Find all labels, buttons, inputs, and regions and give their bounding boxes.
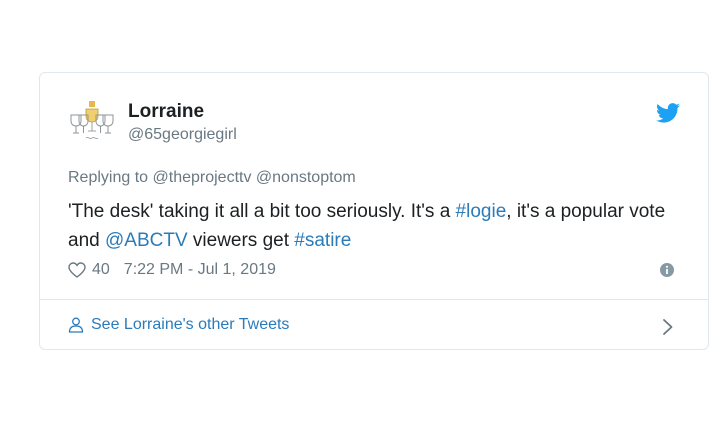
- info-icon[interactable]: [660, 263, 674, 277]
- author-handle[interactable]: @65georgiegirl: [128, 124, 237, 146]
- like-count[interactable]: 40: [92, 261, 110, 279]
- twitter-bird-icon[interactable]: [656, 103, 680, 123]
- chevron-right-icon[interactable]: [662, 318, 674, 336]
- divider: [40, 299, 708, 300]
- hashtag-satire[interactable]: #satire: [294, 230, 351, 251]
- embedded-tweet-card: Lorraine @65georgiegirl Replying to @the…: [39, 72, 709, 350]
- tweet-text: 'The desk' taking it all a bit too serio…: [68, 197, 678, 255]
- see-other-tweets-link[interactable]: See Lorraine's other Tweets: [68, 316, 289, 334]
- person-icon: [68, 317, 84, 333]
- avatar[interactable]: [66, 97, 118, 149]
- tweet-header: Lorraine @65georgiegirl: [66, 97, 237, 149]
- tweet-text-part: viewers get: [187, 230, 295, 251]
- tweet-text-part: 'The desk' taking it all a bit too serio…: [68, 201, 456, 222]
- mention-abctv[interactable]: @ABCTV: [105, 230, 188, 251]
- reply-mention-nonstoptom[interactable]: @nonstoptom: [256, 169, 356, 186]
- author-name[interactable]: Lorraine: [128, 100, 237, 124]
- hashtag-logie[interactable]: #logie: [456, 201, 507, 222]
- tweet-timestamp[interactable]: 7:22 PM - Jul 1, 2019: [124, 261, 276, 279]
- author-info: Lorraine @65georgiegirl: [128, 100, 237, 146]
- tweet-meta: 40 7:22 PM - Jul 1, 2019: [68, 261, 276, 279]
- replying-to-label: Replying to: [68, 169, 149, 186]
- heart-icon[interactable]: [68, 262, 86, 278]
- champagne-glasses-icon: [70, 101, 114, 139]
- see-other-tweets-label: See Lorraine's other Tweets: [91, 316, 290, 333]
- reply-mention-theprojecttv[interactable]: @theprojecttv: [153, 169, 252, 186]
- replying-to: Replying to @theprojecttv @nonstoptom: [68, 169, 356, 187]
